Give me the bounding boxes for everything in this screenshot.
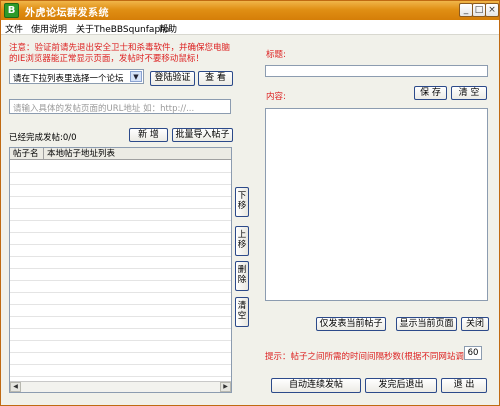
url-input[interactable]: 请输入具体的发帖页面的URL地址 如：http://... (9, 99, 231, 114)
forum-select[interactable]: 请在下拉列表里选择一个论坛 ▼ (9, 69, 144, 84)
menu-instructions[interactable]: 使用说明 (31, 22, 67, 35)
post-list-table[interactable]: 帖子名 本地帖子地址列表 ◀ ▶ (9, 147, 232, 393)
view-button[interactable]: 查 看 (198, 71, 233, 86)
exit-button[interactable]: 退 出 (441, 378, 487, 393)
forum-select-value: 请在下拉列表里选择一个论坛 (13, 74, 124, 84)
table-rows[interactable] (10, 161, 231, 381)
menu-help[interactable]: 帮助 (159, 22, 177, 35)
content-textarea[interactable] (265, 108, 488, 301)
menu-about[interactable]: 关于TheBBSqunfapro (76, 22, 169, 35)
scroll-right-icon[interactable]: ▶ (220, 382, 231, 392)
login-verify-button[interactable]: 登陆验证 (150, 71, 195, 86)
horizontal-scrollbar[interactable]: ◀ ▶ (10, 381, 231, 392)
clear-content-button[interactable]: 清 空 (451, 86, 487, 100)
interval-seconds-input[interactable]: 60 (464, 346, 482, 360)
interval-tip: 提示：帖子之间所需的时间间隔秒数(根据不同网站调整) (265, 352, 476, 362)
bulk-import-button[interactable]: 批量导入帖子 (172, 128, 233, 142)
clear-list-button[interactable]: 清空 (235, 297, 249, 327)
close-window-button[interactable]: × (485, 3, 499, 17)
title-input[interactable] (265, 65, 488, 77)
table-header: 帖子名 本地帖子地址列表 (10, 148, 231, 160)
post-and-exit-button[interactable]: 发完后退出 (365, 378, 437, 393)
scroll-left-icon[interactable]: ◀ (10, 382, 21, 392)
save-button[interactable]: 保 存 (414, 86, 447, 100)
column-post-name[interactable]: 帖子名 (10, 148, 44, 160)
close-button[interactable]: 关闭 (461, 317, 489, 331)
minimize-button[interactable]: _ (459, 3, 473, 17)
title-label: 标题: (266, 50, 286, 60)
delete-button[interactable]: 删除 (235, 261, 249, 291)
notice-text: 注意：验证前请先退出安全卫士和杀毒软件，并确保您电脑的IE浏览器能正常显示页面，… (9, 43, 231, 64)
menu-file[interactable]: 文件 (5, 22, 23, 35)
maximize-button[interactable]: □ (472, 3, 486, 17)
title-bar[interactable]: B 外虎论坛群发系统 _ □ × (1, 1, 499, 20)
column-local-address[interactable]: 本地帖子地址列表 (44, 148, 231, 160)
show-current-page-button[interactable]: 显示当前页面 (396, 317, 457, 331)
post-current-button[interactable]: 仅发表当前帖子 (316, 317, 386, 331)
add-button[interactable]: 新 增 (129, 128, 168, 142)
auto-post-button[interactable]: 自动连续发帖 (271, 378, 361, 393)
chevron-down-icon[interactable]: ▼ (130, 71, 142, 82)
window-title: 外虎论坛群发系统 (25, 8, 109, 19)
move-up-button[interactable]: 上移 (235, 226, 249, 256)
url-input-placeholder: 请输入具体的发帖页面的URL地址 如：http://... (13, 104, 195, 114)
completed-count: 已经完成发帖:0/0 (9, 133, 77, 143)
main-window: B 外虎论坛群发系统 _ □ × 文件 使用说明 关于TheBBSqunfapr… (0, 0, 500, 406)
app-icon: B (4, 3, 19, 18)
move-down-button[interactable]: 下移 (235, 187, 249, 217)
menu-bar: 文件 使用说明 关于TheBBSqunfapro 帮助 (1, 20, 499, 35)
content-label: 内容: (266, 92, 286, 102)
